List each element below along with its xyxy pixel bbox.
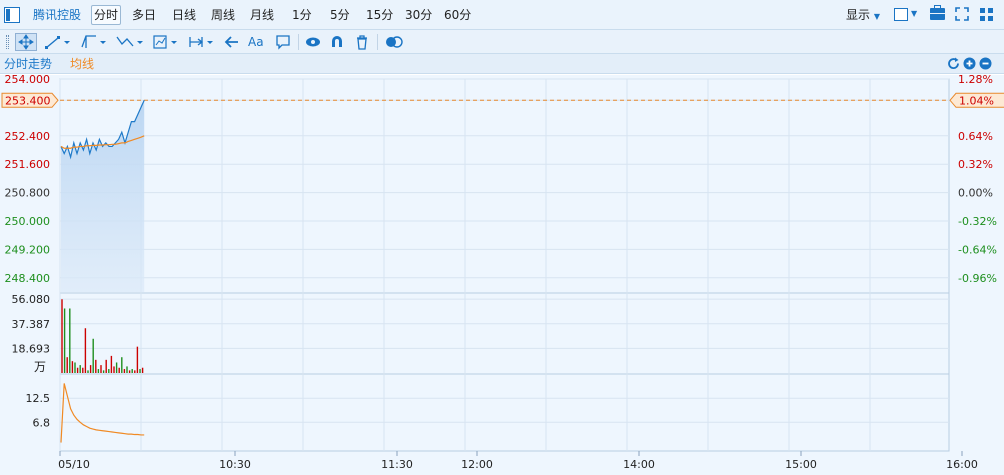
- pct-axis-label: -0.32%: [958, 215, 997, 228]
- volume-axis-label: 56.080: [12, 293, 51, 306]
- legend-average-line: 均线: [70, 57, 95, 71]
- price-axis-label: 248.400: [5, 272, 51, 285]
- grip-handle-icon: [6, 35, 9, 49]
- zoom-out-icon[interactable]: [979, 57, 992, 70]
- magnet-icon[interactable]: [329, 33, 345, 51]
- tab-intraday[interactable]: 分时: [91, 5, 122, 25]
- chart-canvas[interactable]: 254.000 1.28% 252.400 0.64% 251.600 0.32% 250.…: [0, 75, 1004, 475]
- tab-5min[interactable]: 5分: [330, 0, 350, 30]
- refresh-icon[interactable]: [947, 57, 960, 70]
- pct-axis-label: -0.64%: [958, 243, 997, 256]
- display-menu[interactable]: 显示 ▼: [846, 0, 880, 30]
- fullscreen-icon[interactable]: [955, 7, 969, 21]
- current-pct-tag: 1.04%: [959, 94, 994, 107]
- price-axis-label: 251.600: [5, 158, 51, 171]
- chevron-down-icon[interactable]: ▼: [911, 9, 917, 18]
- price-axis-label: 252.400: [5, 130, 51, 143]
- toolbar-divider: [377, 34, 378, 50]
- display-label: 显示: [846, 8, 871, 22]
- layout-select-icon[interactable]: [894, 8, 908, 21]
- sidebar-toggle-icon[interactable]: [4, 7, 20, 23]
- pct-axis-label: 0.64%: [958, 130, 993, 143]
- tab-daily[interactable]: 日线: [172, 0, 196, 30]
- pct-axis-label: 1.28%: [958, 75, 993, 86]
- measure-tool-icon[interactable]: [152, 33, 180, 51]
- range-tool-icon[interactable]: [188, 33, 216, 51]
- indicator-axis-label: 6.8: [33, 416, 51, 429]
- chevron-down-icon: ▼: [873, 12, 880, 21]
- trash-icon[interactable]: [355, 33, 369, 51]
- x-axis-label: 12:00: [461, 458, 493, 471]
- settings-grid-icon[interactable]: [980, 8, 993, 21]
- x-axis-label: 16:00: [946, 458, 978, 471]
- price-axis-label: 250.000: [5, 215, 51, 228]
- x-axis-label: 14:00: [623, 458, 655, 471]
- x-axis-label: 11:30: [381, 458, 413, 471]
- intraday-chart[interactable]: 254.000 1.28% 252.400 0.64% 251.600 0.32% 250.…: [0, 75, 1004, 475]
- current-price-tag: 253.400: [5, 94, 51, 107]
- x-axis-label: 15:00: [785, 458, 817, 471]
- tab-30min[interactable]: 30分: [405, 0, 432, 30]
- text-tool-icon[interactable]: Aa: [248, 33, 268, 51]
- x-axis-label: 05/10: [58, 458, 90, 471]
- move-tool-icon[interactable]: [15, 33, 37, 51]
- indicator-axis-label: 12.5: [26, 392, 51, 405]
- zoom-in-icon[interactable]: [963, 57, 976, 70]
- tab-monthly[interactable]: 月线: [250, 0, 274, 30]
- tab-15min[interactable]: 15分: [366, 0, 393, 30]
- legend-intraday-line: 分时走势: [4, 57, 53, 71]
- line-tool-icon[interactable]: [44, 33, 72, 51]
- volume-axis-label: 18.693: [12, 342, 51, 355]
- toolbar-divider: [298, 34, 299, 50]
- plot-frame: [59, 78, 950, 452]
- eye-icon[interactable]: [304, 33, 322, 51]
- tab-multi-day[interactable]: 多日: [132, 0, 156, 30]
- pct-axis-label: 0.32%: [958, 158, 993, 171]
- x-axis-label: 10:30: [219, 458, 251, 471]
- pct-axis-label: 0.00%: [958, 187, 993, 200]
- legend-bar: 分时走势 均线: [0, 54, 1004, 74]
- drawing-toolbar: Aa: [0, 30, 1004, 54]
- volume-axis-label: 37.387: [12, 318, 51, 331]
- toolbox-icon[interactable]: [930, 5, 945, 20]
- price-axis-label: 254.000: [5, 75, 51, 86]
- tab-weekly[interactable]: 周线: [211, 0, 235, 30]
- top-toolbar: 腾讯控股 分时 多日 日线 周线 月线 1分 5分 15分 30分 60分 显示…: [0, 0, 1004, 30]
- volume-unit-label: 万: [34, 360, 46, 374]
- wave-tool-icon[interactable]: [115, 33, 145, 51]
- tab-1min[interactable]: 1分: [292, 0, 312, 30]
- channel-tool-icon[interactable]: [80, 33, 108, 51]
- price-axis-label: 249.200: [5, 243, 51, 256]
- tab-60min[interactable]: 60分: [444, 0, 471, 30]
- tab-stock-name[interactable]: 腾讯控股: [33, 0, 81, 30]
- pct-axis-label: -0.96%: [958, 272, 997, 285]
- price-axis-label: 250.800: [5, 187, 51, 200]
- toggle-visibility-icon[interactable]: [384, 33, 404, 51]
- arrow-left-icon[interactable]: [224, 33, 240, 51]
- comment-tool-icon[interactable]: [275, 33, 291, 51]
